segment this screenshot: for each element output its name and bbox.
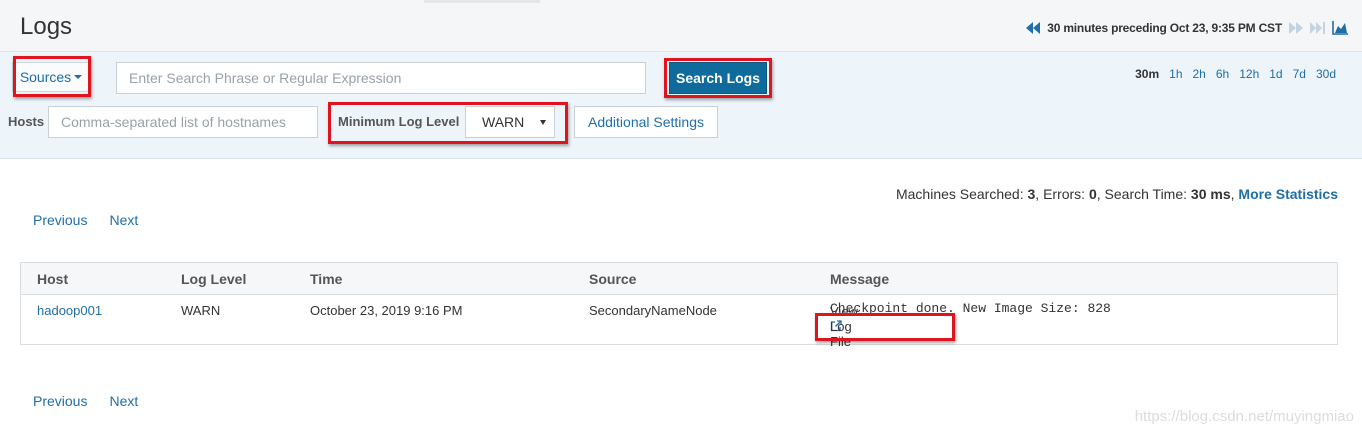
watermark: https://blog.csdn.net/muyingmiao (1134, 408, 1354, 425)
table-header: Host Log Level Time Source Message (21, 263, 1337, 295)
caret-down-icon (540, 120, 546, 125)
view-log-file-link[interactable]: View Log File (830, 304, 858, 349)
search-logs-button[interactable]: Search Logs (669, 62, 767, 94)
more-statistics-link[interactable]: More Statistics (1238, 186, 1338, 202)
sources-dropdown-button[interactable]: Sources (12, 62, 90, 92)
pager-bottom: Previous Next (33, 393, 138, 409)
skip-to-end-icon[interactable] (1310, 20, 1326, 36)
area-chart-icon[interactable] (1332, 20, 1348, 36)
previous-link[interactable]: Previous (33, 393, 87, 409)
column-log-level[interactable]: Log Level (181, 271, 246, 287)
column-source[interactable]: Source (589, 271, 636, 287)
time-range-control: 30 minutes preceding Oct 23, 9:35 PM CST (1025, 18, 1348, 38)
next-link[interactable]: Next (109, 393, 138, 409)
previous-link[interactable]: Previous (33, 212, 87, 228)
page-title: Logs (20, 13, 73, 40)
row-host-link[interactable]: hadoop001 (37, 303, 102, 318)
log-level-value: WARN (482, 114, 525, 130)
rewind-icon[interactable] (1025, 20, 1041, 36)
errors-value: 0 (1088, 186, 1097, 202)
tab-indicator (424, 0, 540, 3)
range-12h[interactable]: 12h (1239, 67, 1259, 81)
view-log-file-label: View Log File (830, 303, 858, 349)
hosts-input[interactable] (48, 106, 318, 138)
log-level-select[interactable]: WARN (465, 106, 555, 138)
hosts-label: Hosts (8, 114, 45, 129)
row-time: October 23, 2019 9:16 PM (310, 303, 463, 318)
sources-label: Sources (19, 69, 72, 85)
filter-panel: Sources Search Logs 30m 1h 2h 6h 12h 1d … (0, 52, 1362, 159)
additional-settings-button[interactable]: Additional Settings (574, 106, 718, 138)
column-host[interactable]: Host (37, 271, 68, 287)
range-2h[interactable]: 2h (1193, 67, 1206, 81)
range-30m[interactable]: 30m (1135, 67, 1159, 81)
page-header: Logs 30 minutes preceding Oct 23, 9:35 P… (0, 0, 1362, 52)
range-1d[interactable]: 1d (1269, 67, 1282, 81)
log-results-table: Host Log Level Time Source Message hadoo… (20, 262, 1338, 349)
row-source: SecondaryNameNode (589, 303, 717, 318)
range-1h[interactable]: 1h (1169, 67, 1182, 81)
column-time[interactable]: Time (310, 271, 342, 287)
quick-range-list: 30m 1h 2h 6h 12h 1d 7d 30d (1135, 67, 1336, 81)
row-log-level: WARN (181, 303, 221, 318)
range-6h[interactable]: 6h (1216, 67, 1229, 81)
search-phrase-input[interactable] (116, 62, 646, 94)
row-message: Checkpoint done. New Image Size: 828 (830, 301, 1111, 316)
fast-forward-icon[interactable] (1288, 20, 1304, 36)
range-30d[interactable]: 30d (1316, 67, 1336, 81)
search-time-value: 30 ms (1190, 186, 1231, 202)
caret-down-icon (74, 75, 83, 79)
column-message[interactable]: Message (830, 271, 889, 287)
pager-top: Previous Next (33, 212, 138, 228)
minimum-log-level-label: Minimum Log Level (338, 114, 460, 129)
next-link[interactable]: Next (109, 212, 138, 228)
range-7d[interactable]: 7d (1293, 67, 1306, 81)
search-statistics: Machines Searched: 3, Errors: 0, Search … (895, 186, 1338, 202)
time-range-label: 30 minutes preceding Oct 23, 9:35 PM CST (1047, 21, 1282, 35)
